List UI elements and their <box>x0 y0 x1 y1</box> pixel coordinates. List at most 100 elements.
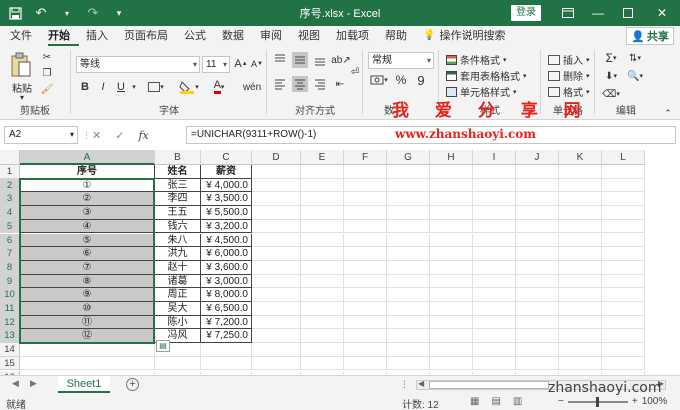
row-header-10[interactable]: 10 <box>0 288 20 302</box>
column-header-A[interactable]: A <box>20 150 155 165</box>
wen-phonetic-icon[interactable]: wén <box>243 79 261 95</box>
cell-C5[interactable]: ¥ 3,200.0 <box>201 219 252 234</box>
cell-A13[interactable]: ⑫ <box>20 329 155 344</box>
cut-icon[interactable]: ✂ <box>40 50 54 64</box>
cell-J13[interactable] <box>516 329 559 344</box>
cell-I11[interactable] <box>473 302 516 316</box>
fill-color-icon[interactable]: ▾ <box>176 79 202 95</box>
cell-A2[interactable]: ① <box>20 178 155 193</box>
page-layout-view-icon[interactable]: ▤ <box>491 396 500 407</box>
row-header-8[interactable]: 8 <box>0 260 20 275</box>
collapse-ribbon-icon[interactable]: ⌃ <box>662 108 674 118</box>
align-right-icon[interactable] <box>312 76 328 92</box>
cell-C13[interactable]: ¥ 7,250.0 <box>201 329 252 344</box>
zoom-level[interactable]: 100% <box>642 396 668 407</box>
cell-A9[interactable]: ⑧ <box>20 274 155 289</box>
align-middle-icon[interactable] <box>292 52 308 68</box>
cell-F11[interactable] <box>344 302 387 316</box>
tab-2[interactable]: 插入 <box>86 26 117 46</box>
cell-A14[interactable] <box>20 343 155 357</box>
cell-L12[interactable] <box>602 315 645 330</box>
row-header-12[interactable]: 12 <box>0 315 20 330</box>
paste-button[interactable]: 粘贴 <box>6 81 38 95</box>
cell-F1[interactable] <box>344 165 387 179</box>
cell-D1[interactable] <box>252 165 301 179</box>
cell-A7[interactable]: ⑥ <box>20 247 155 261</box>
cell-J12[interactable] <box>516 315 559 330</box>
cell-C9[interactable]: ¥ 3,000.0 <box>201 274 252 289</box>
cell-C15[interactable] <box>201 356 252 371</box>
cell-A3[interactable]: ② <box>20 192 155 207</box>
tab-3[interactable]: 页面布局 <box>124 26 177 46</box>
cell-K12[interactable] <box>559 315 602 330</box>
cell-F9[interactable] <box>344 274 387 289</box>
cell-G9[interactable] <box>387 274 430 289</box>
cell-G12[interactable] <box>387 315 430 330</box>
cell-E10[interactable] <box>301 288 344 302</box>
cell-K11[interactable] <box>559 302 602 316</box>
cell-F5[interactable] <box>344 219 387 234</box>
cell-L15[interactable] <box>602 356 645 371</box>
cell-A8[interactable]: ⑦ <box>20 260 155 275</box>
align-bottom-icon[interactable] <box>312 52 328 68</box>
wrap-text-icon[interactable]: ⏎ <box>348 64 362 80</box>
cell-H1[interactable] <box>430 165 473 179</box>
column-header-K[interactable]: K <box>559 150 602 165</box>
cell-J14[interactable] <box>516 343 559 357</box>
align-left-icon[interactable] <box>272 76 288 92</box>
cell-B2[interactable]: 张三 <box>155 178 201 193</box>
cell-J6[interactable] <box>516 233 559 248</box>
cell-I10[interactable] <box>473 288 516 302</box>
format-as-table-button[interactable]: 套用表格格式 ▾ <box>446 68 527 83</box>
cell-D11[interactable] <box>252 302 301 316</box>
tab-split-icon[interactable]: ⋮ <box>400 379 409 390</box>
cell-C14[interactable] <box>201 343 252 357</box>
redo-icon[interactable]: ↷ <box>84 4 102 22</box>
tab-6[interactable]: 审阅 <box>260 26 291 46</box>
cell-F3[interactable] <box>344 192 387 207</box>
cell-L13[interactable] <box>602 329 645 344</box>
increase-font-icon[interactable]: A ▲ <box>234 56 248 72</box>
cell-I13[interactable] <box>473 329 516 344</box>
cell-K7[interactable] <box>559 247 602 261</box>
cell-K13[interactable] <box>559 329 602 344</box>
column-header-L[interactable]: L <box>602 150 645 165</box>
cell-L8[interactable] <box>602 260 645 275</box>
cell-A15[interactable] <box>20 356 155 371</box>
cell-J7[interactable] <box>516 247 559 261</box>
cell-H15[interactable] <box>430 356 473 371</box>
cell-E14[interactable] <box>301 343 344 357</box>
cell-I3[interactable] <box>473 192 516 207</box>
cell-H5[interactable] <box>430 219 473 234</box>
cell-G3[interactable] <box>387 192 430 207</box>
cell-A11[interactable]: ⑩ <box>20 302 155 316</box>
cell-E11[interactable] <box>301 302 344 316</box>
cell-G11[interactable] <box>387 302 430 316</box>
cell-E12[interactable] <box>301 315 344 330</box>
tab-8[interactable]: 加载项 <box>336 26 378 46</box>
cell-F4[interactable] <box>344 206 387 220</box>
cell-F6[interactable] <box>344 233 387 248</box>
cell-G8[interactable] <box>387 260 430 275</box>
cell-I15[interactable] <box>473 356 516 371</box>
add-sheet-icon[interactable]: + <box>126 378 139 391</box>
cell-L7[interactable] <box>602 247 645 261</box>
share-button[interactable]: 👤 共享 <box>626 27 674 45</box>
cell-E6[interactable] <box>301 233 344 248</box>
row-header-7[interactable]: 7 <box>0 247 20 261</box>
cell-E7[interactable] <box>301 247 344 261</box>
cell-J2[interactable] <box>516 178 559 193</box>
cell-F2[interactable] <box>344 178 387 193</box>
restore-icon[interactable] <box>614 0 642 26</box>
page-break-view-icon[interactable]: ▥ <box>513 396 522 407</box>
underline-button[interactable]: U <box>114 79 128 95</box>
cell-E13[interactable] <box>301 329 344 344</box>
cell-K3[interactable] <box>559 192 602 207</box>
column-header-F[interactable]: F <box>344 150 387 165</box>
cell-J10[interactable] <box>516 288 559 302</box>
italic-button[interactable]: I <box>96 79 110 95</box>
cell-F10[interactable] <box>344 288 387 302</box>
cell-I2[interactable] <box>473 178 516 193</box>
cell-B5[interactable]: 钱六 <box>155 219 201 234</box>
cell-C7[interactable]: ¥ 6,000.0 <box>201 247 252 261</box>
